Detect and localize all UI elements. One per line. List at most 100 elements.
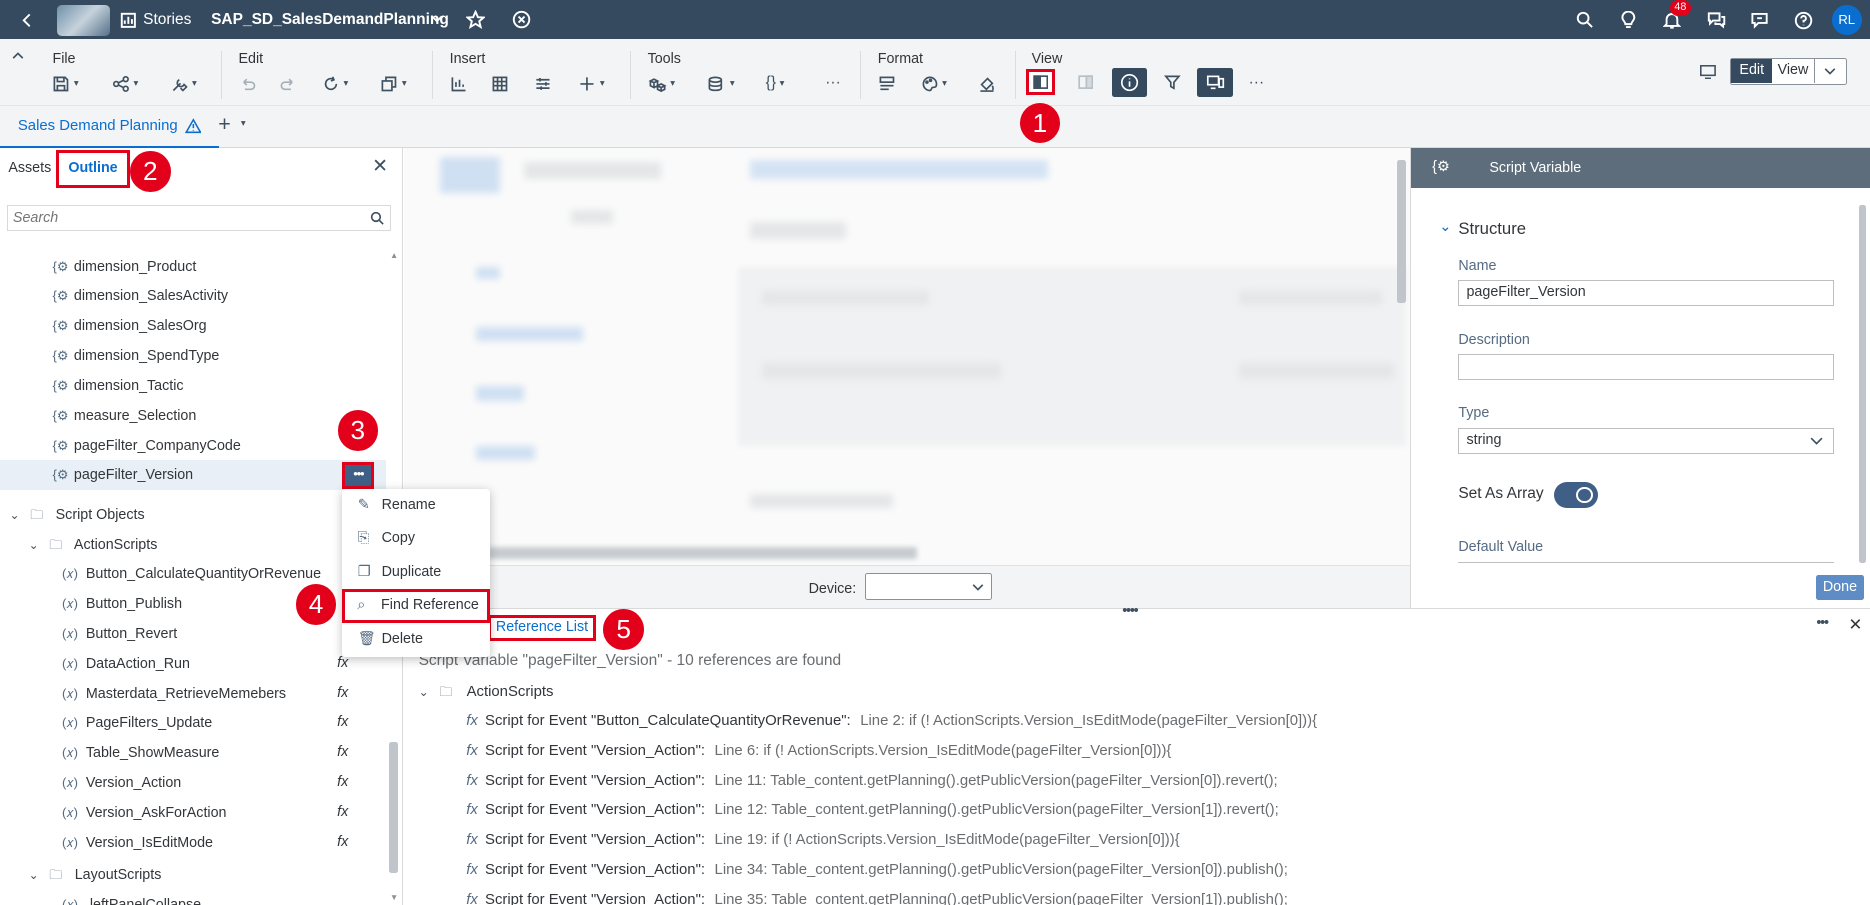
edit-mode-button[interactable]: Edit xyxy=(1731,59,1772,84)
user-avatar[interactable]: RL xyxy=(1831,4,1862,35)
menu-item-delete[interactable]: 🗑 Delete xyxy=(342,623,490,656)
description-input[interactable] xyxy=(1458,354,1834,381)
scroll-down-icon[interactable]: ▼ xyxy=(390,892,398,902)
reference-item[interactable]: fx Script for Event "Button_CalculateQuan… xyxy=(466,707,1317,737)
model-button[interactable]: ▾ xyxy=(707,72,735,96)
save-button[interactable]: ▾ xyxy=(52,72,79,96)
fx-icon[interactable]: fx xyxy=(337,708,348,738)
data-action-button[interactable]: ▾ xyxy=(648,72,675,96)
script-variable-row[interactable]: {⚙ dimension_Product xyxy=(0,252,386,282)
feedback-icon[interactable] xyxy=(1748,10,1769,31)
reference-item[interactable]: fx Script for Event "Version_Action": Line… xyxy=(466,886,1288,905)
share-button[interactable]: ▾ xyxy=(112,72,138,96)
chevron-down-icon[interactable] xyxy=(429,12,443,26)
fx-icon[interactable]: fx xyxy=(337,828,348,858)
resize-handle[interactable]: •••• xyxy=(1122,603,1138,619)
scroll-up-icon[interactable]: ▲ xyxy=(390,250,398,260)
row-more-button[interactable]: ••• xyxy=(342,461,375,489)
tree-node-script-objects[interactable]: ⌄ 🗀 Script Objects xyxy=(10,500,145,530)
favorite-star-icon[interactable] xyxy=(465,8,486,29)
name-input[interactable]: pageFilter_Version xyxy=(1458,280,1834,307)
menu-item-duplicate[interactable]: ❐ Duplicate xyxy=(342,556,490,589)
scripting-button[interactable]: {} ▾ xyxy=(766,72,785,96)
script-variable-row[interactable]: {⚙ measure_Selection xyxy=(0,401,386,431)
fx-icon[interactable]: fx xyxy=(337,768,348,798)
sap-logo[interactable] xyxy=(57,4,110,36)
menu-item-find-reference[interactable]: ⌕ Find Reference xyxy=(342,589,491,623)
search-icon[interactable] xyxy=(1574,10,1595,31)
refresh-button[interactable]: ▾ xyxy=(322,72,348,96)
story-title[interactable]: SAP_SD_SalesDemandPlanning xyxy=(211,0,449,39)
function-row[interactable]: (𝑥) Version_Action fx xyxy=(0,768,386,798)
theme-button[interactable]: ▾ xyxy=(921,72,947,96)
story-canvas[interactable]: Device: xyxy=(404,147,1410,609)
view-more-button[interactable]: ··· xyxy=(1249,72,1265,96)
tab-sales-demand-planning[interactable]: Sales Demand Planning xyxy=(0,106,220,148)
reference-item[interactable]: fx Script for Event "Version_Action": Line… xyxy=(466,856,1288,886)
copy-paste-button[interactable]: ▾ xyxy=(380,72,407,96)
menu-item-copy[interactable]: ⎘ Copy xyxy=(342,522,490,555)
stories-link[interactable]: Stories xyxy=(143,0,191,39)
function-row[interactable]: (𝑥) Button_CalculateQuantityOrRevenue xyxy=(0,559,386,589)
outline-scrollbar-thumb[interactable] xyxy=(388,741,399,873)
function-row[interactable]: (𝑥) Version_IsEditMode fx xyxy=(0,828,386,858)
table-icon[interactable] xyxy=(491,72,509,96)
done-button[interactable]: Done xyxy=(1816,574,1864,600)
reference-group-actionscripts[interactable]: ⌄ 🗀 ActionScripts xyxy=(419,677,554,707)
lightbulb-icon[interactable] xyxy=(1617,10,1638,31)
script-variable-row[interactable]: {⚙ dimension_SalesOrg xyxy=(0,311,386,341)
script-variable-row[interactable]: {⚙ pageFilter_Version ••• xyxy=(0,460,387,491)
undo-icon[interactable] xyxy=(239,72,257,96)
section-collapse-icon[interactable]: ⌄ xyxy=(1439,219,1451,235)
input-control-icon[interactable] xyxy=(534,72,552,96)
script-variable-row[interactable]: {⚙ pageFilter_CompanyCode xyxy=(0,431,386,461)
search-icon[interactable] xyxy=(369,210,386,227)
function-row[interactable]: (𝑥) Button_Revert xyxy=(0,619,386,649)
function-row[interactable]: (𝑥) DataAction_Run fx xyxy=(0,649,386,679)
function-row[interactable]: (𝑥) leftPanelCollapse xyxy=(62,890,201,905)
close-reference-list-icon[interactable]: ✕ xyxy=(1849,615,1863,635)
left-panel-toggle-button[interactable] xyxy=(1025,69,1056,96)
expand-arrow-icon[interactable]: ⌄ xyxy=(29,861,46,891)
add-page-dropdown-icon[interactable]: ▾ xyxy=(241,118,246,129)
panel-scrollbar-thumb[interactable] xyxy=(1859,205,1867,563)
set-as-array-toggle[interactable] xyxy=(1553,481,1598,509)
expand-arrow-icon[interactable]: ⌄ xyxy=(419,678,436,708)
reference-item[interactable]: fx Script for Event "Version_Action": Line… xyxy=(466,796,1279,826)
device-preview-icon[interactable] xyxy=(1197,67,1234,97)
expand-arrow-icon[interactable]: ⌄ xyxy=(10,501,27,531)
tab-outline[interactable]: Outline xyxy=(56,150,130,189)
function-row[interactable]: (𝑥) Version_AskForAction fx xyxy=(0,798,386,828)
right-panel-toggle-icon[interactable] xyxy=(1075,72,1096,93)
reference-list-tab[interactable]: Reference List xyxy=(487,615,597,642)
reference-item[interactable]: fx Script for Event "Version_Action": Line… xyxy=(466,826,1179,856)
script-variable-row[interactable]: {⚙ dimension_Tactic xyxy=(0,371,386,401)
mode-dropdown-icon[interactable] xyxy=(1815,59,1846,83)
default-value-input[interactable] xyxy=(1458,561,1834,566)
collapse-toolbar-icon[interactable] xyxy=(10,49,27,61)
tree-node-layoutscripts[interactable]: ⌄ 🗀 LayoutScripts xyxy=(29,860,162,890)
styling-icon[interactable] xyxy=(878,72,896,96)
expand-arrow-icon[interactable]: ⌄ xyxy=(29,531,46,561)
panel-more-icon[interactable]: ••• xyxy=(1816,615,1829,631)
device-select[interactable] xyxy=(864,573,993,600)
tree-node-actionscripts[interactable]: ⌄ 🗀 ActionScripts xyxy=(29,530,158,560)
outline-search-field[interactable] xyxy=(7,205,392,232)
fx-icon[interactable]: fx xyxy=(337,679,348,709)
paint-bucket-icon[interactable] xyxy=(978,72,996,96)
function-row[interactable]: (𝑥) Table_ShowMeasure fx xyxy=(0,738,386,768)
outline-search-input[interactable] xyxy=(8,206,354,231)
script-variable-row[interactable]: {⚙ dimension_SalesActivity xyxy=(0,281,386,311)
tools-wrench-button[interactable]: ▾ xyxy=(171,72,197,96)
tab-assets[interactable]: Assets xyxy=(8,160,51,176)
script-variable-row[interactable]: {⚙ dimension_SpendType xyxy=(0,341,386,371)
info-icon[interactable] xyxy=(1111,67,1148,97)
close-circle-icon[interactable] xyxy=(510,8,531,29)
view-mode-button[interactable]: View xyxy=(1772,59,1815,84)
fx-icon[interactable]: fx xyxy=(337,738,348,768)
close-panel-icon[interactable]: ✕ xyxy=(372,155,388,178)
add-object-button[interactable]: ▾ xyxy=(578,72,605,96)
function-row[interactable]: (𝑥) PageFilters_Update fx xyxy=(0,708,386,738)
function-row[interactable]: (𝑥) Masterdata_RetrieveMemebers fx xyxy=(0,679,386,709)
add-page-button[interactable]: + xyxy=(218,112,231,137)
